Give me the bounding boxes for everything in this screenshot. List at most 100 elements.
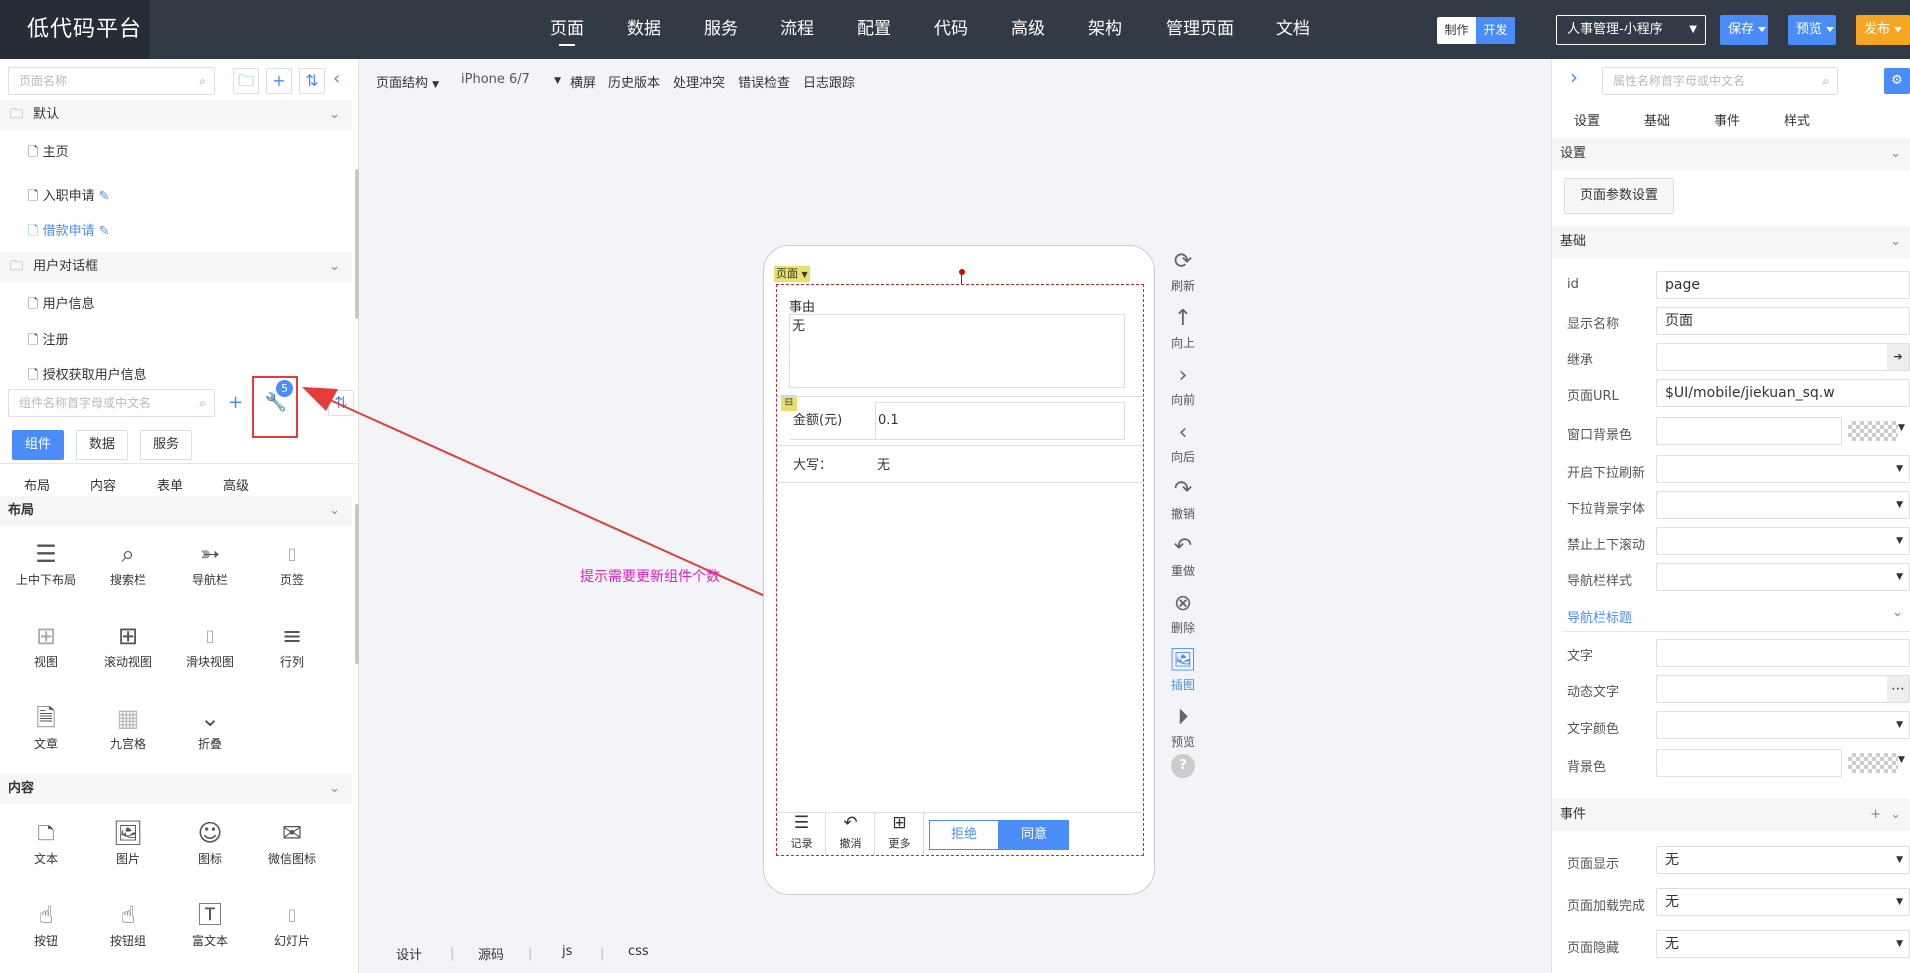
comp-top-mid-bottom[interactable]: ☰ 上中下布局 [6, 537, 86, 588]
comp-wechat-icon[interactable]: ✉ 微信图标 [252, 816, 332, 867]
plus-icon[interactable]: + [1870, 799, 1881, 831]
move-up-button[interactable]: ↑ 向上 [1158, 304, 1208, 351]
input-page-url[interactable]: $UI/mobile/jiekuan_sq.w [1656, 379, 1910, 407]
nav-page[interactable]: 页面 [545, 0, 589, 59]
agree-button[interactable]: 同意 [999, 820, 1069, 850]
tab-components[interactable]: 组件 [12, 430, 64, 460]
page-param-settings-button[interactable]: 页面参数设置 [1564, 178, 1674, 214]
group-user-dialog[interactable]: 🗀 用户对话框 ⌄ [0, 252, 352, 282]
comp-rich-text[interactable]: 🅃 富文本 [170, 898, 250, 949]
select-pull-bg-font[interactable]: ▼ [1656, 491, 1910, 519]
comp-image[interactable]: 🖼 图片 [88, 816, 168, 867]
input-id[interactable]: page [1656, 271, 1910, 299]
back-button[interactable]: ‹ 向后 [1158, 418, 1208, 465]
refresh-button[interactable]: ⟳ 刷新 [1158, 247, 1208, 294]
input-nav-text[interactable] [1656, 639, 1910, 667]
tab-events[interactable]: 事件 [1714, 110, 1740, 129]
tab-service[interactable]: 服务 [140, 430, 192, 460]
tree-item-loan[interactable]: 🗋 借款申请 ✎ [28, 220, 110, 244]
section-content[interactable]: 内容 ⌄ [0, 774, 352, 804]
reason-textarea[interactable]: 无 [789, 314, 1125, 388]
navbar-title-section[interactable]: 导航栏标题 [1567, 607, 1632, 626]
select-page-show[interactable]: 无 ▼ [1656, 846, 1910, 874]
tab-css[interactable]: css [628, 944, 649, 959]
comp-button[interactable]: ☝ 按钮 [6, 898, 86, 949]
tab-design[interactable]: 设计 [396, 944, 422, 963]
expand-right-button[interactable]: › [1570, 65, 1578, 89]
comp-view[interactable]: ⊞ 视图 [6, 619, 86, 670]
comp-row-col[interactable]: ≡ 行列 [252, 619, 332, 670]
amount-input[interactable]: 0.1 [875, 402, 1125, 440]
add-page-button[interactable]: + [266, 68, 292, 94]
nav-flow[interactable]: 流程 [775, 0, 819, 59]
comp-slideshow[interactable]: ▯ 幻灯片 [252, 898, 332, 949]
landscape-button[interactable]: 横屏 [570, 72, 596, 91]
comp-collapse[interactable]: ⌄ 折叠 [170, 701, 250, 752]
section-settings[interactable]: 设置 ⌄ [1552, 138, 1910, 170]
section-events[interactable]: 事件 + ⌄ [1552, 799, 1910, 831]
publish-button[interactable]: 发布 [1856, 15, 1910, 45]
color-picker-swatch[interactable] [1848, 421, 1898, 441]
input-dynamic-text[interactable]: ⋯ [1656, 675, 1910, 703]
undo-button[interactable]: ↷ 撤销 [1158, 475, 1208, 522]
comp-swiper-view[interactable]: ▯ 滑块视图 [170, 619, 250, 670]
tree-item-authorize[interactable]: 🗋 授权获取用户信息 [28, 364, 147, 388]
input-window-bg[interactable] [1656, 417, 1842, 445]
app-select[interactable]: 人事管理-小程序 ▼ [1556, 15, 1706, 45]
tab-settings[interactable]: 设置 [1574, 110, 1600, 129]
select-pull-refresh[interactable]: ▼ [1656, 455, 1910, 483]
nav-service[interactable]: 服务 [699, 0, 743, 59]
mode-dev[interactable]: 开发 [1476, 17, 1515, 44]
comp-nine-grid[interactable]: ▦ 九宫格 [88, 701, 168, 752]
comp-button-group[interactable]: ☝ 按钮组 [88, 898, 168, 949]
history-button[interactable]: 历史版本 [608, 72, 660, 91]
subtab-form[interactable]: 表单 [157, 475, 183, 494]
error-check-button[interactable]: 错误检查 [738, 72, 790, 91]
save-button[interactable]: 保存 [1720, 15, 1768, 45]
nav-manage-pages[interactable]: 管理页面 [1160, 0, 1240, 59]
arrow-right-icon[interactable]: ➔ [1887, 344, 1909, 370]
tree-item-onboarding[interactable]: 🗋 入职申请 ✎ [28, 185, 110, 209]
nav-docs[interactable]: 文档 [1271, 0, 1315, 59]
page-search-input[interactable]: 页面名称 ⌕ [8, 67, 215, 95]
comp-article[interactable]: 🗎 文章 [6, 701, 86, 752]
nav-code[interactable]: 代码 [929, 0, 973, 59]
tab-source[interactable]: 源码 [478, 944, 504, 963]
input-bg-color[interactable] [1656, 749, 1842, 777]
nav-data[interactable]: 数据 [622, 0, 666, 59]
select-text-color[interactable]: ▼ [1656, 711, 1910, 739]
subtab-advanced[interactable]: 高级 [223, 475, 249, 494]
select-page-loaded[interactable]: 无 ▼ [1656, 888, 1910, 916]
new-folder-button[interactable]: 🗀 [233, 68, 259, 94]
comp-icon[interactable]: ☺ 图标 [170, 816, 250, 867]
subtab-content[interactable]: 内容 [90, 475, 116, 494]
sort-button[interactable]: ⇅ [299, 68, 325, 94]
comp-scroll-view[interactable]: ⊞ 滚动视图 [88, 619, 168, 670]
add-component-button[interactable]: + [228, 389, 243, 417]
group-default[interactable]: 🗀 默认 ⌄ [0, 100, 352, 130]
tree-item-register[interactable]: 🗋 注册 [28, 329, 69, 353]
delete-button[interactable]: ⊗ 删除 [1158, 589, 1208, 636]
collapse-left-button[interactable]: ‹ [333, 68, 340, 89]
tab-styles[interactable]: 样式 [1784, 110, 1810, 129]
select-page-hide[interactable]: 无 ▼ [1656, 930, 1910, 958]
revoke-button[interactable]: ↶ 撤消 [827, 813, 875, 855]
comp-search-bar[interactable]: ⌕ 搜索栏 [88, 537, 168, 588]
color-picker-swatch[interactable] [1848, 753, 1898, 773]
forward-button[interactable]: › 向前 [1158, 361, 1208, 408]
select-navbar-style[interactable]: ▼ [1656, 563, 1910, 591]
tab-basic[interactable]: 基础 [1644, 110, 1670, 129]
more-icon[interactable]: ⋯ [1887, 676, 1909, 702]
component-search-input[interactable]: 组件名称首字母或中文名 ⌕ [8, 389, 215, 417]
pencil-icon[interactable]: ✎ [99, 189, 110, 204]
mode-toggle[interactable]: 制作 开发 [1437, 17, 1515, 44]
pencil-icon[interactable]: ✎ [99, 224, 110, 239]
tree-item-home[interactable]: 🗋 主页 [28, 141, 69, 165]
device-dropdown[interactable]: iPhone 6/7 ▼ [461, 72, 561, 87]
insert-image-button[interactable]: 🖼 插图 [1158, 646, 1208, 693]
settings-button[interactable]: ⚙ [1884, 68, 1910, 94]
property-search-input[interactable]: 属性名称首字母或中文名 ⌕ [1602, 67, 1838, 95]
tree-item-user-info[interactable]: 🗋 用户信息 [28, 293, 95, 317]
help-icon[interactable]: ? [1171, 754, 1195, 778]
page-tag[interactable]: 页面 ▼ [774, 266, 810, 282]
